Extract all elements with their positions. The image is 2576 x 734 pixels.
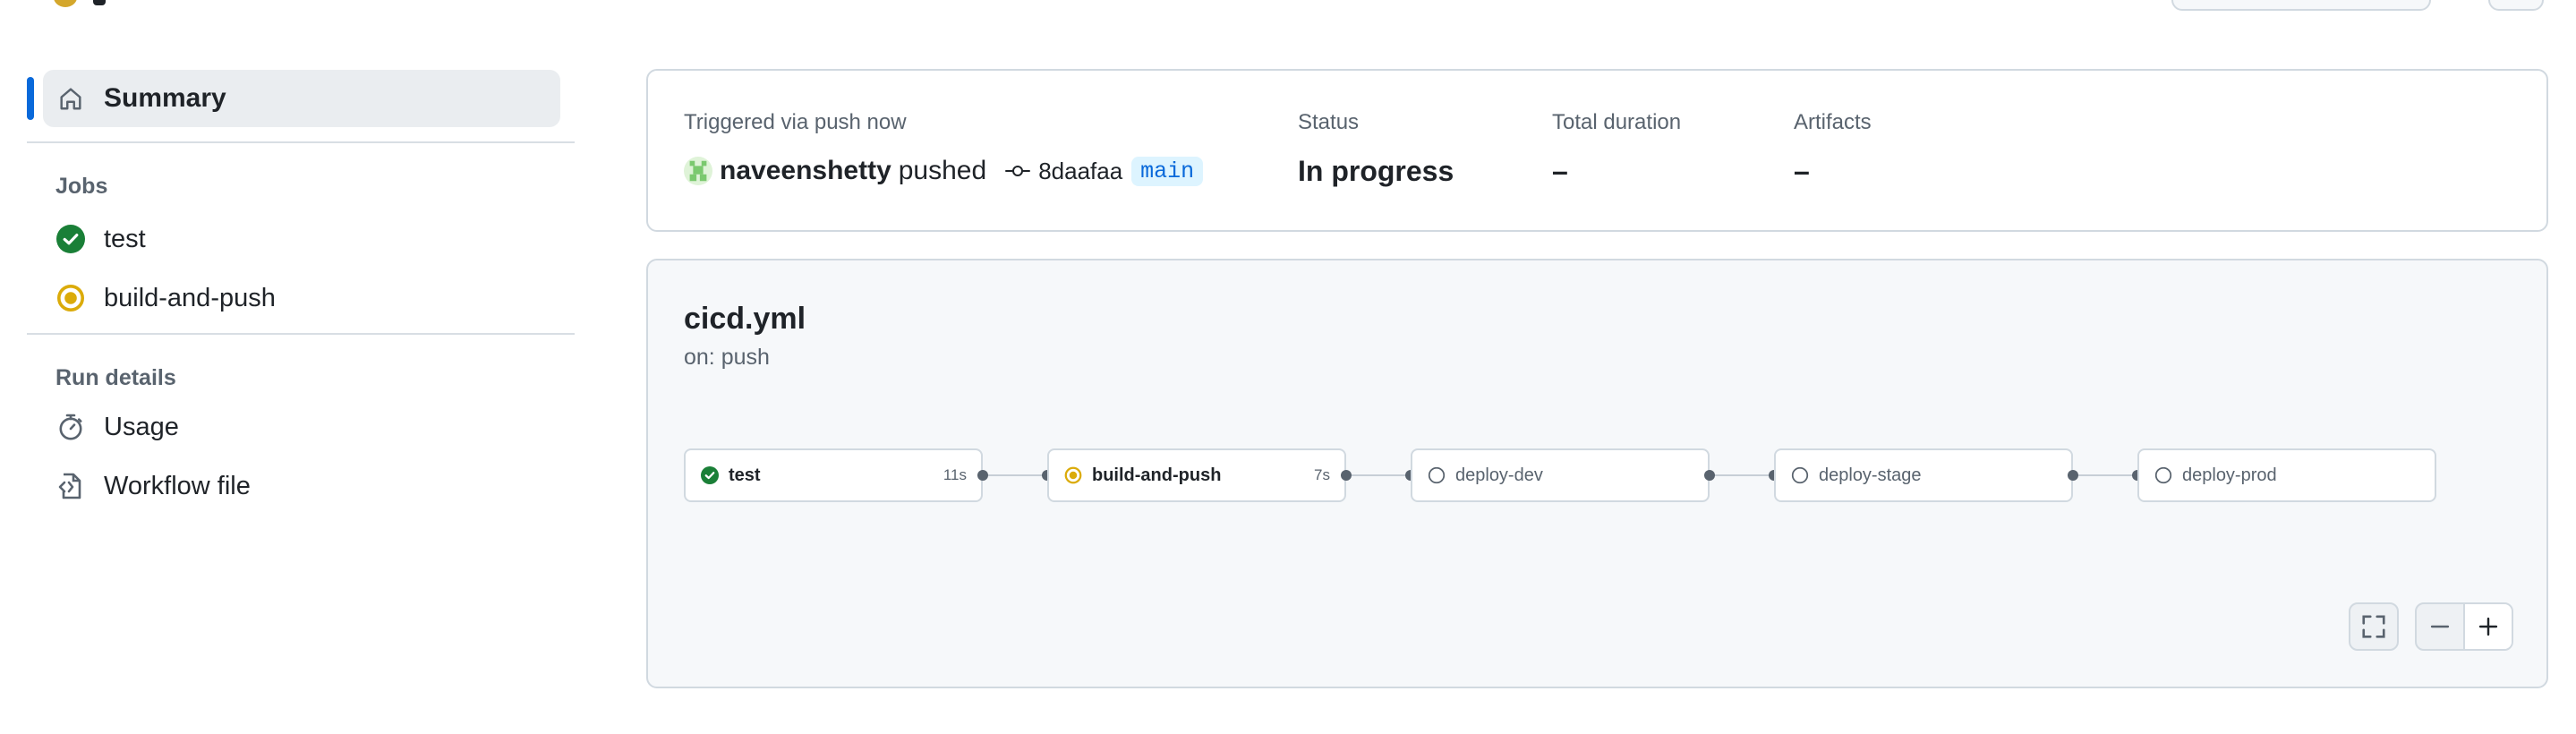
repo-name-fragment[interactable] <box>93 0 106 5</box>
minus-icon <box>2430 625 2450 628</box>
connector-dot <box>977 470 988 481</box>
job-node-deploy-prod[interactable]: deploy-prod <box>2137 448 2436 502</box>
duration-heading: Total duration <box>1552 110 1682 134</box>
pending-circle-icon <box>2154 465 2173 485</box>
actor-link[interactable]: naveenshetty <box>720 156 891 186</box>
commit-sha: 8daafaa <box>1038 157 1123 184</box>
run-sidebar: Summary Jobs test build-and-push Run det… <box>27 70 575 516</box>
zoom-controls <box>2415 602 2513 651</box>
connector-dot <box>2068 470 2078 481</box>
sidebar-divider <box>27 333 575 335</box>
zoom-in-button[interactable] <box>2463 604 2512 649</box>
job-name: test <box>729 465 761 485</box>
sidebar-item-job-build-and-push[interactable]: build-and-push <box>27 269 575 328</box>
sidebar-item-label: Summary <box>104 83 226 113</box>
job-node-deploy-dev[interactable]: deploy-dev <box>1411 448 1710 502</box>
sidebar-item-label: Workflow file <box>104 471 251 500</box>
active-indicator <box>27 77 34 120</box>
pending-circle-icon <box>1427 465 1446 485</box>
fullscreen-icon <box>2362 615 2385 638</box>
sidebar-item-job-test[interactable]: test <box>27 209 575 269</box>
job-name: deploy-prod <box>2182 465 2277 485</box>
in-progress-icon <box>1063 465 1083 485</box>
sidebar-item-label: Usage <box>104 412 179 441</box>
workflow-trigger: on: push <box>684 345 770 370</box>
home-icon <box>55 83 86 114</box>
artifacts-info: Artifacts – <box>1794 110 1872 189</box>
plus-icon <box>2478 617 2498 636</box>
file-code-icon <box>55 471 86 501</box>
job-name: deploy-dev <box>1455 465 1543 485</box>
job-node-test[interactable]: test 11s <box>684 448 983 502</box>
run-summary-card: Triggered via push now naveenshetty push… <box>646 69 2548 232</box>
duration-value: – <box>1552 154 1568 187</box>
sidebar-item-summary[interactable]: Summary <box>27 70 560 127</box>
repo-owner-avatar[interactable] <box>54 0 77 7</box>
header-action-button[interactable] <box>2171 0 2431 11</box>
status-value: In progress <box>1298 154 1454 187</box>
commit-icon <box>1005 166 1030 176</box>
status-heading: Status <box>1298 110 1360 134</box>
job-node-deploy-stage[interactable]: deploy-stage <box>1774 448 2073 502</box>
check-circle-icon <box>55 224 86 254</box>
trigger-info: Triggered via push now naveenshetty push… <box>684 110 1204 189</box>
fit-to-screen-button[interactable] <box>2349 602 2399 651</box>
workflow-graph-card: cicd.yml on: push test 11s build-and-pus… <box>646 259 2548 688</box>
sidebar-item-workflow-file[interactable]: Workflow file <box>27 457 575 516</box>
job-duration: 7s <box>1314 466 1330 483</box>
sidebar-item-usage[interactable]: Usage <box>27 397 575 457</box>
trigger-action: pushed <box>898 156 987 185</box>
job-connector <box>1352 474 1407 476</box>
job-connector <box>2078 474 2134 476</box>
jobs-heading: Jobs <box>55 174 108 199</box>
check-circle-icon <box>700 465 720 485</box>
job-connector <box>988 474 1044 476</box>
job-connector <box>1715 474 1770 476</box>
duration-info: Total duration – <box>1552 110 1681 189</box>
job-node-build-and-push[interactable]: build-and-push 7s <box>1047 448 1346 502</box>
header-menu-button[interactable] <box>2488 0 2544 11</box>
pending-circle-icon <box>1790 465 1810 485</box>
connector-dot <box>1341 470 1352 481</box>
job-name: deploy-stage <box>1819 465 1922 485</box>
artifacts-value: – <box>1794 154 1810 187</box>
sidebar-item-label: test <box>104 224 146 253</box>
connector-dot <box>1704 470 1715 481</box>
zoom-out-button[interactable] <box>2417 604 2463 649</box>
artifacts-heading: Artifacts <box>1794 110 1872 134</box>
sidebar-item-label: build-and-push <box>104 283 276 312</box>
user-avatar[interactable] <box>684 157 712 185</box>
status-info: Status In progress <box>1298 110 1454 189</box>
commit-link[interactable]: 8daafaa <box>1004 158 1122 185</box>
job-name: build-and-push <box>1092 465 1222 485</box>
job-duration: 11s <box>943 466 967 483</box>
trigger-heading: Triggered via push now <box>684 110 907 134</box>
stopwatch-icon <box>55 412 86 442</box>
in-progress-icon <box>55 283 86 313</box>
run-details-heading: Run details <box>55 365 176 390</box>
workflow-file-name[interactable]: cicd.yml <box>684 302 806 337</box>
branch-label[interactable]: main <box>1131 156 1204 186</box>
sidebar-divider <box>27 141 575 143</box>
